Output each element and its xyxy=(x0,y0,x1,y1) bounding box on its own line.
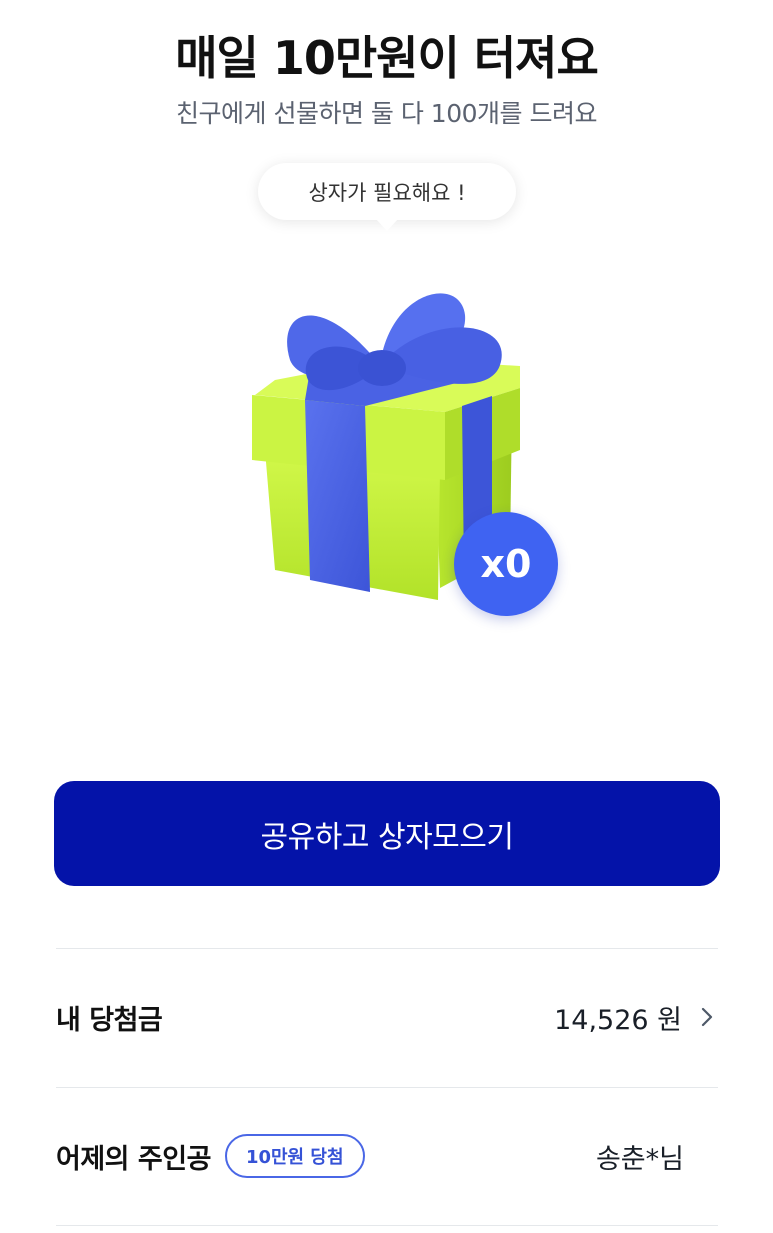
page-subtitle: 친구에게 선물하면 둘 다 100개를 드려요 xyxy=(176,99,597,128)
my-winnings-label: 내 당첨금 xyxy=(56,1004,163,1036)
share-collect-button[interactable]: 공유하고 상자모으기 xyxy=(54,781,720,886)
yesterday-winner-row: 어제의 주인공 10만원 당첨 송춘*님 xyxy=(56,1087,718,1225)
yesterday-winner-label: 어제의 주인공 xyxy=(56,1143,211,1175)
divider xyxy=(56,1225,718,1226)
winner-name: 송춘*님 xyxy=(595,1143,684,1175)
box-count-badge: x0 xyxy=(454,512,558,616)
tooltip-bubble: 상자가 필요해요 ! xyxy=(258,163,516,231)
chevron-right-icon xyxy=(701,1007,713,1027)
prize-badge: 10만원 당첨 xyxy=(224,1134,365,1178)
page-title: 매일 10만원이 터져요 xyxy=(175,31,599,85)
tooltip-text: 상자가 필요해요 ! xyxy=(308,180,466,205)
my-winnings-row[interactable]: 내 당첨금 14,526 원 xyxy=(56,948,718,1086)
winnings-amount: 14,526 원 xyxy=(554,1004,682,1036)
